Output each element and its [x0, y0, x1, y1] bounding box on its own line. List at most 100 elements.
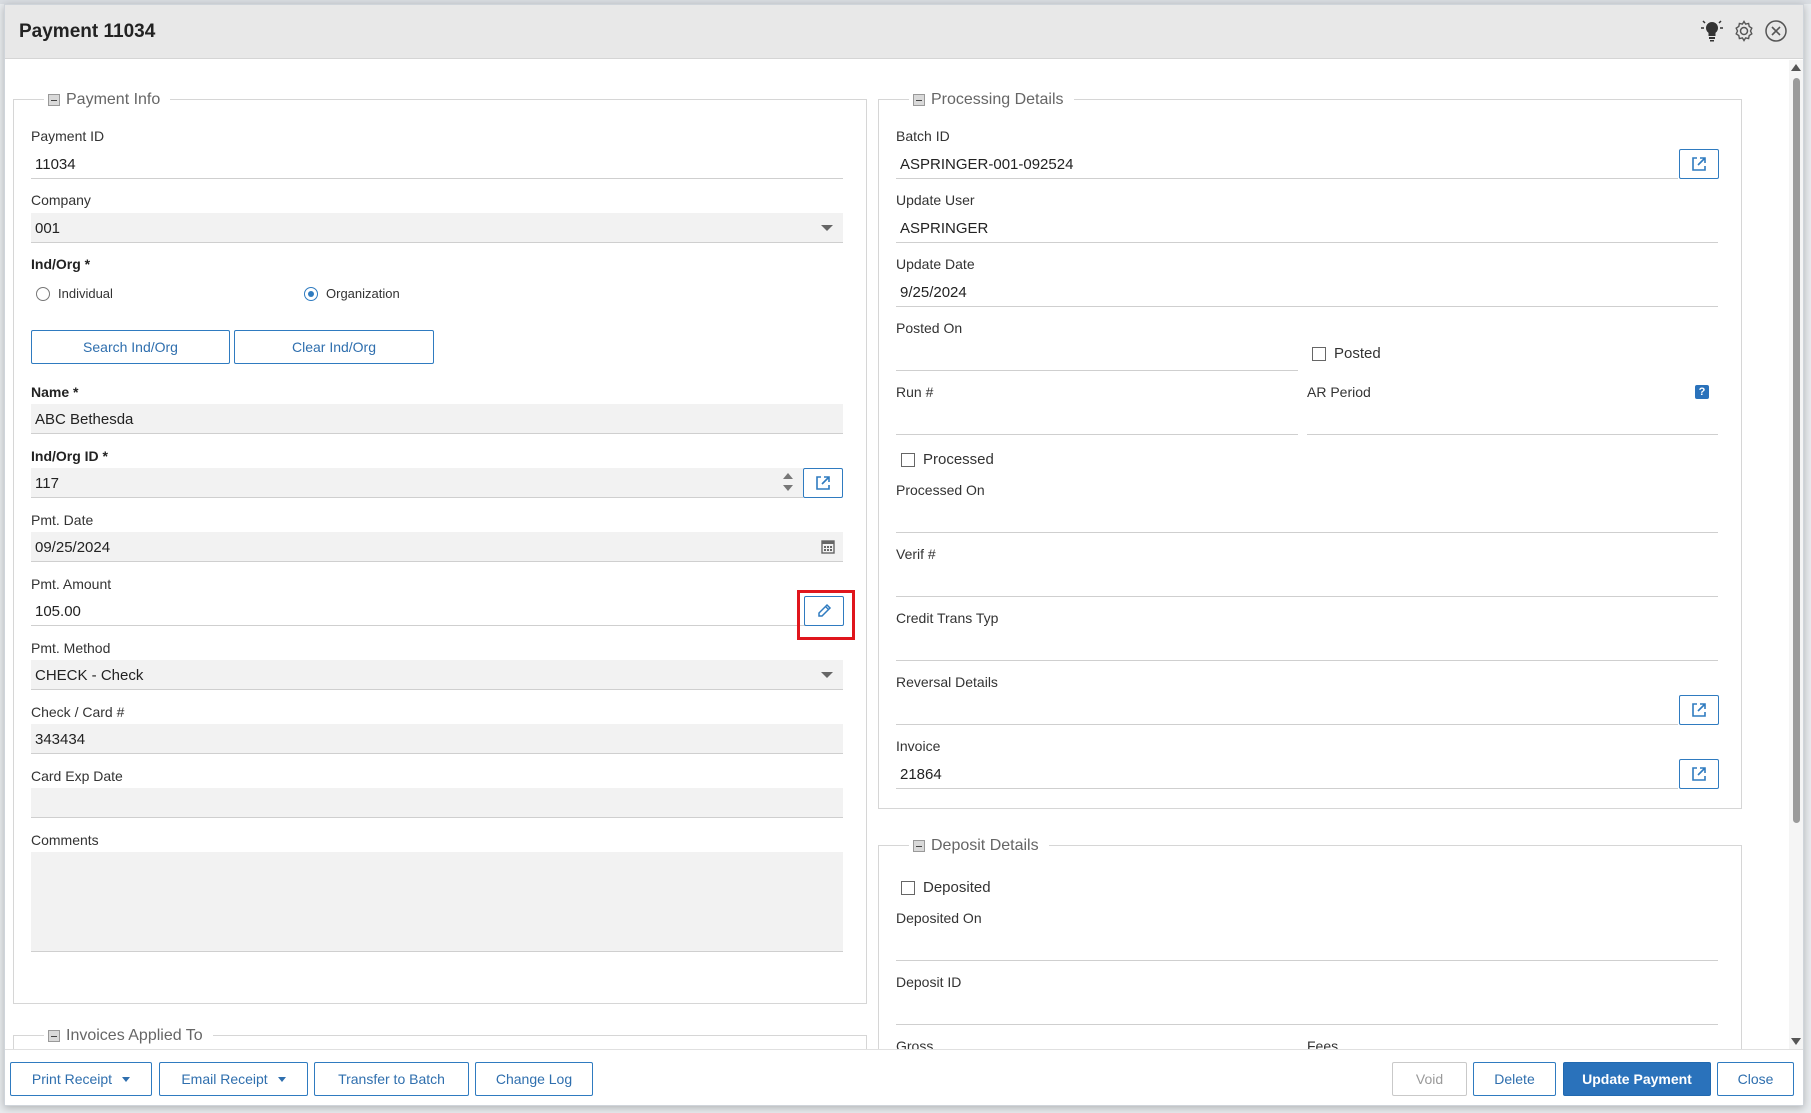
- close-button[interactable]: Close: [1717, 1062, 1794, 1096]
- dialog-footer: Print Receipt Email Receipt Transfer to …: [5, 1049, 1803, 1105]
- comments-textarea[interactable]: [31, 852, 843, 952]
- card-exp-field[interactable]: [31, 788, 843, 818]
- spinner-arrows-icon[interactable]: [783, 473, 793, 491]
- transfer-to-batch-button[interactable]: Transfer to Batch: [314, 1062, 469, 1096]
- check-card-field[interactable]: 343434: [31, 724, 843, 754]
- radio-organization[interactable]: Organization: [304, 286, 400, 301]
- open-batch-button[interactable]: [1679, 149, 1719, 179]
- credit-trans-label: Credit Trans Typ: [896, 610, 999, 626]
- indorg-id-field[interactable]: 117: [31, 468, 803, 498]
- scroll-down-icon[interactable]: [1791, 1038, 1801, 1045]
- company-select[interactable]: 001: [31, 213, 843, 243]
- radio-selected-icon[interactable]: [304, 286, 318, 301]
- open-reversal-button[interactable]: [1679, 695, 1719, 725]
- pmt-date-label: Pmt. Date: [31, 512, 94, 528]
- pencil-icon: [818, 603, 832, 617]
- reversal-label: Reversal Details: [896, 674, 998, 690]
- invoice-label: Invoice: [896, 738, 941, 754]
- card-exp-label: Card Exp Date: [31, 768, 123, 784]
- deposit-legend[interactable]: Deposit Details: [909, 836, 1049, 856]
- help-icon[interactable]: ?: [1695, 385, 1709, 399]
- check-card-label: Check / Card #: [31, 704, 125, 720]
- processed-on-field: [896, 503, 1718, 533]
- email-receipt-button[interactable]: Email Receipt: [159, 1062, 308, 1096]
- invoices-applied-title: Invoices Applied To: [66, 1027, 203, 1044]
- processed-checkbox[interactable]: Processed: [901, 451, 994, 468]
- gear-icon[interactable]: [1731, 18, 1757, 44]
- invoice-field: 21864: [896, 759, 1678, 789]
- void-button[interactable]: Void: [1392, 1062, 1467, 1096]
- scrollbar-thumb[interactable]: [1793, 78, 1800, 823]
- change-log-button[interactable]: Change Log: [475, 1062, 593, 1096]
- deposited-checkbox[interactable]: Deposited: [901, 879, 991, 896]
- collapse-icon[interactable]: [48, 1030, 60, 1042]
- chevron-down-icon: [821, 225, 833, 231]
- external-link-icon: [1692, 157, 1706, 171]
- print-receipt-label: Print Receipt: [31, 1071, 113, 1087]
- dialog-title: Payment 11034: [19, 21, 156, 42]
- update-payment-button[interactable]: Update Payment: [1563, 1062, 1711, 1096]
- collapse-icon[interactable]: [913, 94, 925, 106]
- name-label: Name *: [31, 384, 79, 400]
- radio-individual-label: Individual: [58, 286, 113, 301]
- processing-legend[interactable]: Processing Details: [909, 90, 1074, 110]
- indorg-id-value: 117: [35, 475, 59, 492]
- verif-field: [896, 567, 1718, 597]
- lightbulb-icon[interactable]: [1699, 18, 1725, 44]
- collapse-icon[interactable]: [913, 840, 925, 852]
- checkbox-icon[interactable]: [901, 880, 915, 895]
- update-date-field: 9/25/2024: [896, 277, 1718, 307]
- posted-on-field: [896, 341, 1298, 371]
- edit-amount-button[interactable]: [804, 596, 844, 626]
- indorg-label: Ind/Org *: [31, 256, 91, 272]
- vertical-scrollbar[interactable]: [1789, 60, 1803, 1049]
- pmt-date-value: 09/25/2024: [35, 539, 111, 556]
- pmt-date-field[interactable]: 09/25/2024: [31, 532, 843, 562]
- posted-on-label: Posted On: [896, 320, 963, 336]
- radio-individual[interactable]: Individual: [36, 286, 113, 301]
- clear-indorg-button[interactable]: Clear Ind/Org: [234, 330, 434, 364]
- payment-info-legend[interactable]: Payment Info: [44, 90, 171, 110]
- payment-id-label: Payment ID: [31, 128, 105, 144]
- print-receipt-button[interactable]: Print Receipt: [10, 1062, 152, 1096]
- scroll-up-icon[interactable]: [1791, 64, 1801, 71]
- email-receipt-label: Email Receipt: [181, 1071, 268, 1087]
- open-indorg-button[interactable]: [803, 468, 843, 498]
- close-circle-icon[interactable]: [1763, 18, 1789, 44]
- checkbox-icon[interactable]: [1312, 346, 1326, 361]
- deposit-id-field: [896, 995, 1718, 1025]
- external-link-icon: [1692, 767, 1706, 781]
- run-field: [896, 405, 1298, 435]
- search-indorg-button[interactable]: Search Ind/Org: [31, 330, 230, 364]
- radio-circle-icon[interactable]: [36, 286, 50, 301]
- collapse-icon[interactable]: [48, 94, 60, 106]
- calendar-icon[interactable]: [821, 539, 835, 558]
- indorg-id-label: Ind/Org ID *: [31, 448, 108, 464]
- title-bar: Payment 11034: [5, 5, 1803, 59]
- pmt-amount-label: Pmt. Amount: [31, 576, 112, 592]
- ar-period-field: [1307, 405, 1718, 435]
- delete-button[interactable]: Delete: [1473, 1062, 1556, 1096]
- reversal-field: [896, 695, 1678, 725]
- title-icons: [1699, 18, 1789, 44]
- open-invoice-button[interactable]: [1679, 759, 1719, 789]
- chevron-down-icon: [277, 1076, 286, 1082]
- pmt-amount-field[interactable]: 105.00: [31, 596, 843, 626]
- gross-label: Gross: [896, 1038, 934, 1049]
- deposited-checkbox-label: Deposited: [923, 879, 991, 896]
- payment-info-panel: Payment Info Payment ID 11034 Company 00…: [13, 90, 867, 1004]
- invoices-applied-legend[interactable]: Invoices Applied To: [44, 1026, 213, 1046]
- chevron-down-icon: [821, 672, 833, 678]
- chevron-down-icon: [122, 1076, 131, 1082]
- processed-on-label: Processed On: [896, 482, 985, 498]
- company-value: 001: [35, 220, 61, 237]
- name-field: ABC Bethesda: [31, 404, 843, 434]
- pmt-method-select[interactable]: CHECK - Check: [31, 660, 843, 690]
- deposit-id-label: Deposit ID: [896, 974, 962, 990]
- pmt-method-label: Pmt. Method: [31, 640, 111, 656]
- checkbox-icon[interactable]: [901, 452, 915, 467]
- batch-id-field: ASPRINGER-001-092524: [896, 149, 1678, 179]
- posted-checkbox[interactable]: Posted: [1312, 345, 1381, 362]
- update-user-field: ASPRINGER: [896, 213, 1718, 243]
- processed-checkbox-label: Processed: [923, 451, 994, 468]
